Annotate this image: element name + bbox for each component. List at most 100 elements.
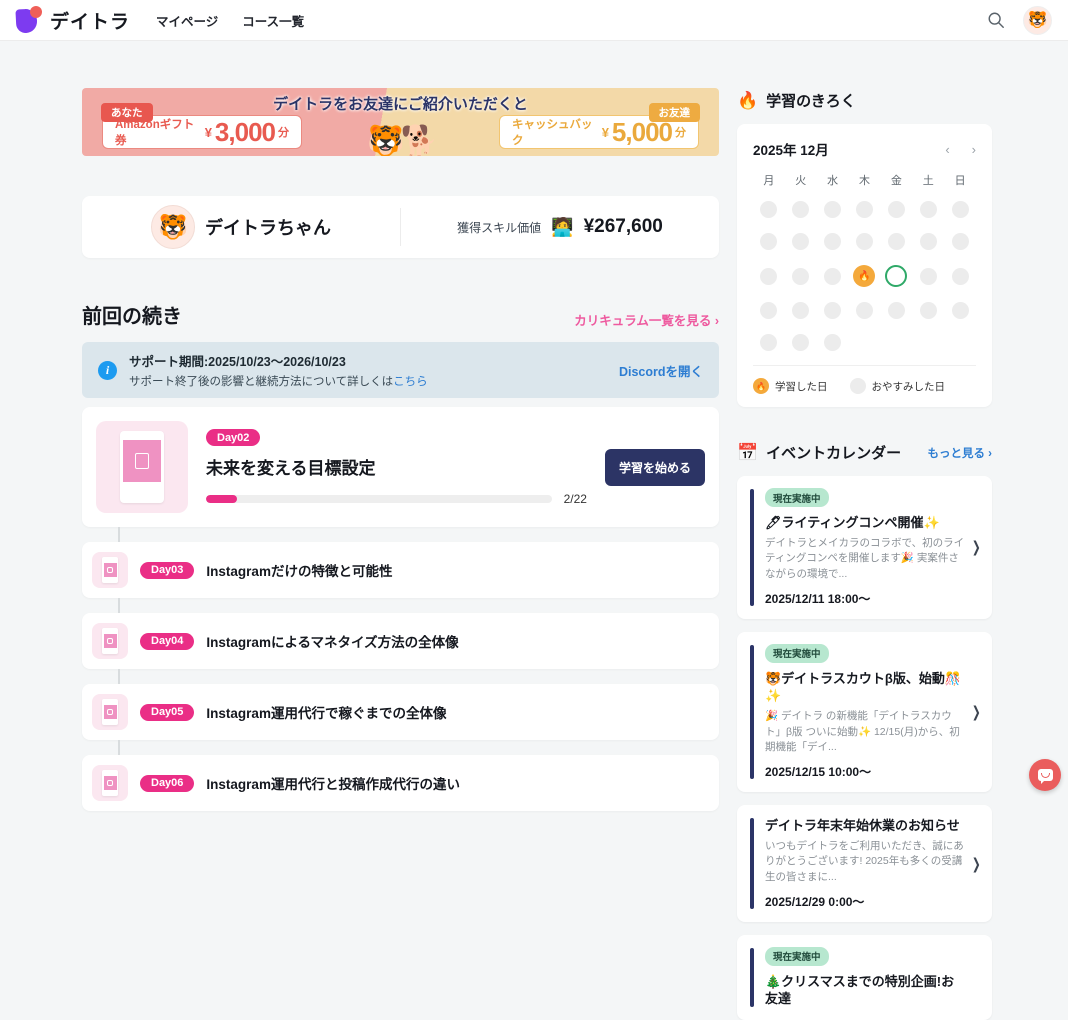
calendar-day-cell (792, 233, 809, 250)
referral-banner[interactable]: デイトラをお友達にご紹介いただくと あなた Amazonギフト券 ¥ 3,000… (82, 88, 719, 156)
lesson-card-day04[interactable]: Day04 Instagramによるマネタイズ方法の全体像 (82, 613, 719, 669)
offer-label: キャッシュバック (512, 116, 599, 148)
calendar-day-cell (760, 201, 777, 218)
event-accent-bar (750, 948, 754, 1007)
calendar-day-cell (792, 201, 809, 218)
lesson-title: 未来を変える目標設定 (206, 454, 587, 479)
link-label: カリキュラム一覧を見る (574, 314, 711, 328)
support-detail-label: サポート終了後の影響と継続方法について詳しくは (129, 376, 393, 388)
weekday-label: 金 (891, 172, 902, 188)
event-accent-bar (750, 645, 754, 779)
day-badge: Day04 (140, 633, 194, 650)
banner-offer-friend: お友達 キャッシュバック ¥ 5,000 分 (499, 115, 699, 149)
chevron-right-icon: ❯ (972, 855, 981, 873)
chevron-right-icon: › (715, 314, 719, 328)
lesson-thumbnail (92, 552, 128, 588)
nav-item-mypage[interactable]: マイページ (156, 11, 218, 30)
profile-card: 🐯 デイトラちゃん 獲得スキル価値 🧑‍💻 ¥267,600 (82, 196, 719, 258)
calendar-day-cell (824, 302, 841, 319)
skill-value-label: 獲得スキル価値 (457, 219, 541, 236)
chevron-right-icon: ❯ (972, 703, 981, 721)
day-badge: Day05 (140, 704, 194, 721)
profile-avatar: 🐯 (151, 205, 195, 249)
open-discord-link[interactable]: Discordを開く (619, 361, 703, 380)
calendar-day-cell (920, 201, 937, 218)
event-title: 🎄クリスマスまでの特別企画!お友達 (765, 973, 966, 1008)
lesson-title: Instagramだけの特徴と可能性 (206, 560, 392, 580)
user-avatar[interactable]: 🐯 (1023, 6, 1052, 35)
calendar-day-cell (952, 268, 969, 285)
nav-item-courses[interactable]: コース一覧 (242, 11, 304, 30)
current-lesson-card[interactable]: Day02 未来を変える目標設定 2/22 学習を始める (82, 407, 719, 527)
calendar-day-cell (920, 268, 937, 285)
daytra-logo-icon (16, 6, 42, 34)
weekday-label: 火 (795, 172, 806, 188)
event-status-badge: 現在実施中 (765, 488, 829, 507)
event-date: 2025/12/11 18:00〜 (765, 590, 966, 607)
event-description: いつもデイトラをご利用いただき、誠にありがとうございます! 2025年も多くの受… (765, 839, 966, 886)
lesson-card-day06[interactable]: Day06 Instagram運用代行と投稿作成代行の違い (82, 755, 719, 811)
lesson-title: Instagram運用代行と投稿作成代行の違い (206, 773, 460, 793)
calendar-day-cell (856, 201, 873, 218)
study-record-title: 学習のきろく (766, 90, 856, 111)
day-badge: Day02 (206, 429, 260, 446)
banner-title: デイトラをお友達にご紹介いただくと (82, 93, 719, 114)
event-date: 2025/12/15 10:00〜 (765, 763, 966, 780)
rest-day-icon (850, 378, 866, 394)
calendar-day-cell (920, 302, 937, 319)
chat-support-button[interactable] (1029, 759, 1061, 791)
support-detail-link[interactable]: こちら (393, 376, 428, 388)
chevron-right-icon: › (988, 448, 992, 460)
calendar-legend: 🔥 学習した日 おやすみした日 (753, 365, 976, 394)
event-card-christmas-special[interactable]: 現在実施中 🎄クリスマスまでの特別企画!お友達 (737, 935, 992, 1020)
curriculum-list-link[interactable]: カリキュラム一覧を見る › (574, 310, 719, 329)
progress-count: 2/22 (564, 492, 587, 506)
info-icon: i (98, 361, 117, 380)
calendar-day-cell (824, 233, 841, 250)
calendar-day-cell (856, 302, 873, 319)
calendar-day-cell (824, 268, 841, 285)
calendar-prev-button[interactable]: ‹ (945, 143, 949, 156)
lesson-thumbnail (92, 623, 128, 659)
fire-icon: 🔥 (737, 91, 758, 111)
progress-fill (206, 495, 237, 503)
offer-unit: 分 (675, 124, 686, 140)
calendar-day-cell (760, 334, 777, 351)
banner-offer-you: あなた Amazonギフト券 ¥ 3,000 分 (102, 115, 302, 149)
lesson-thumbnail (96, 421, 188, 513)
support-detail-text: サポート終了後の影響と継続方法について詳しくはこちら (129, 373, 607, 389)
timeline-connector (118, 740, 120, 755)
daytra-logo[interactable]: デイトラ (16, 6, 130, 34)
calendar-emoji-icon: 📅 (737, 443, 758, 463)
search-icon[interactable] (987, 11, 1005, 29)
timeline-connector (118, 527, 120, 542)
weekday-label: 日 (955, 172, 966, 188)
event-accent-bar (750, 489, 754, 606)
section-title-continue: 前回の続き (82, 300, 182, 329)
event-card-scout-beta[interactable]: 現在実施中 🐯デイトラスカウトβ版、始動🎊✨ 🎉 デイトラ の新機能「デイトラス… (737, 632, 992, 792)
see-more-link[interactable]: もっと見る › (927, 445, 992, 461)
app-header: デイトラ マイページ コース一覧 🐯 (0, 0, 1068, 41)
calendar-day-cell (920, 233, 937, 250)
offer-amount: 5,000 (612, 119, 672, 145)
lesson-thumbnail (92, 694, 128, 730)
studied-day-icon: 🔥 (753, 378, 769, 394)
mascot-characters-icon: 🐯🐕 (367, 124, 434, 156)
calendar-day-cell: 🔥 (853, 265, 875, 287)
calendar-day-cell (792, 302, 809, 319)
offer-unit: 分 (278, 124, 289, 140)
legend-rest-label: おやすみした日 (872, 379, 946, 394)
calendar-day-cell (760, 302, 777, 319)
timeline-connector (118, 669, 120, 684)
lesson-card-day05[interactable]: Day05 Instagram運用代行で稼ぐまでの全体像 (82, 684, 719, 740)
lesson-card-day03[interactable]: Day03 Instagramだけの特徴と可能性 (82, 542, 719, 598)
start-learning-button[interactable]: 学習を始める (605, 449, 705, 486)
event-card-holiday-notice[interactable]: デイトラ年末年始休業のお知らせ いつもデイトラをご利用いただき、誠にありがとうご… (737, 805, 992, 922)
banner-badge-you: あなた (101, 103, 153, 122)
progress-bar (206, 495, 552, 503)
event-card-writing-competition[interactable]: 現在実施中 🖊ライティングコンペ開催✨ デイトラとメイカラのコラボで、初のライテ… (737, 476, 992, 619)
calendar-next-button[interactable]: › (972, 143, 976, 156)
calendar-day-cell (888, 233, 905, 250)
event-title: 🐯デイトラスカウトβ版、始動🎊✨ (765, 670, 966, 705)
event-description: 🎉 デイトラ の新機能「デイトラスカウト」β版 ついに始動✨ 12/15(月)か… (765, 709, 966, 756)
